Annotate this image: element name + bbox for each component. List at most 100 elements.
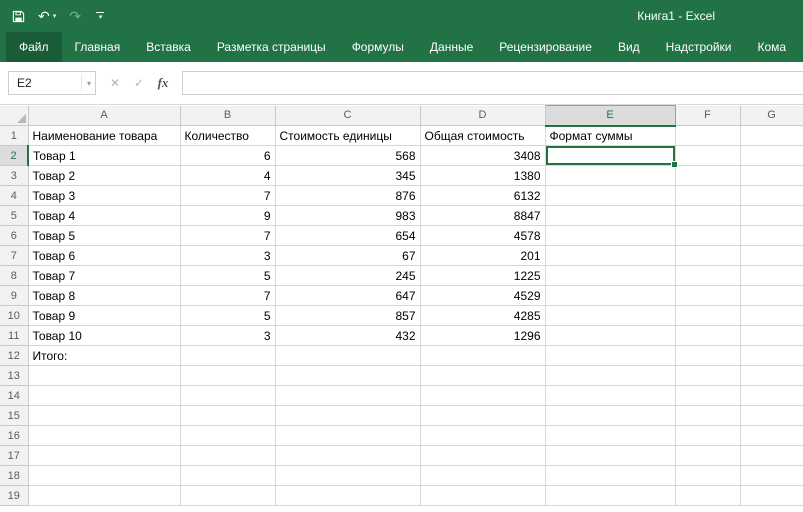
- row-header-2[interactable]: 2: [0, 146, 28, 166]
- cell-A7[interactable]: Товар 6: [28, 246, 180, 266]
- cell-C10[interactable]: 857: [275, 306, 420, 326]
- row-header-12[interactable]: 12: [0, 346, 28, 366]
- cell-D18[interactable]: [420, 466, 545, 486]
- name-box-dropdown-icon[interactable]: ▾: [81, 75, 91, 91]
- cell-A6[interactable]: Товар 5: [28, 226, 180, 246]
- cell-C15[interactable]: [275, 406, 420, 426]
- cell-D2[interactable]: 3408: [420, 146, 545, 166]
- cell-A16[interactable]: [28, 426, 180, 446]
- row-header-17[interactable]: 17: [0, 446, 28, 466]
- ribbon-tab-вид[interactable]: Вид: [605, 32, 653, 62]
- cell-C1[interactable]: Стоимость единицы: [275, 126, 420, 146]
- cancel-button[interactable]: ✕: [104, 76, 126, 90]
- row-header-3[interactable]: 3: [0, 166, 28, 186]
- cell-A19[interactable]: [28, 486, 180, 506]
- cell-E11[interactable]: [545, 326, 675, 346]
- cell-F17[interactable]: [675, 446, 740, 466]
- row-header-15[interactable]: 15: [0, 406, 28, 426]
- cell-G17[interactable]: [740, 446, 803, 466]
- row-header-4[interactable]: 4: [0, 186, 28, 206]
- col-header-C[interactable]: C: [275, 106, 420, 126]
- ribbon-tab-разметка-страницы[interactable]: Разметка страницы: [204, 32, 339, 62]
- cell-B15[interactable]: [180, 406, 275, 426]
- cell-F12[interactable]: [675, 346, 740, 366]
- select-all-corner[interactable]: [0, 106, 28, 126]
- row-header-5[interactable]: 5: [0, 206, 28, 226]
- cell-A12[interactable]: Итого:: [28, 346, 180, 366]
- cell-D11[interactable]: 1296: [420, 326, 545, 346]
- cell-A5[interactable]: Товар 4: [28, 206, 180, 226]
- cell-A13[interactable]: [28, 366, 180, 386]
- cell-C5[interactable]: 983: [275, 206, 420, 226]
- cell-F18[interactable]: [675, 466, 740, 486]
- row-header-19[interactable]: 19: [0, 486, 28, 506]
- cell-F8[interactable]: [675, 266, 740, 286]
- cell-D9[interactable]: 4529: [420, 286, 545, 306]
- cell-A14[interactable]: [28, 386, 180, 406]
- cell-A17[interactable]: [28, 446, 180, 466]
- cell-E1[interactable]: Формат суммы: [545, 126, 675, 146]
- cell-B3[interactable]: 4: [180, 166, 275, 186]
- col-header-F[interactable]: F: [675, 106, 740, 126]
- cell-E19[interactable]: [545, 486, 675, 506]
- cell-B1[interactable]: Количество: [180, 126, 275, 146]
- row-header-7[interactable]: 7: [0, 246, 28, 266]
- cell-G5[interactable]: [740, 206, 803, 226]
- name-box[interactable]: E2 ▾: [8, 71, 96, 95]
- cell-F2[interactable]: [675, 146, 740, 166]
- ribbon-tab-формулы[interactable]: Формулы: [339, 32, 417, 62]
- row-header-11[interactable]: 11: [0, 326, 28, 346]
- cell-C4[interactable]: 876: [275, 186, 420, 206]
- cell-E6[interactable]: [545, 226, 675, 246]
- cell-D17[interactable]: [420, 446, 545, 466]
- cell-C6[interactable]: 654: [275, 226, 420, 246]
- customize-quick-access-button[interactable]: ▾: [96, 12, 104, 20]
- row-header-6[interactable]: 6: [0, 226, 28, 246]
- cell-E17[interactable]: [545, 446, 675, 466]
- cell-F16[interactable]: [675, 426, 740, 446]
- cell-D1[interactable]: Общая стоимость: [420, 126, 545, 146]
- cell-D14[interactable]: [420, 386, 545, 406]
- row-header-14[interactable]: 14: [0, 386, 28, 406]
- ribbon-tab-вставка[interactable]: Вставка: [133, 32, 204, 62]
- cell-D16[interactable]: [420, 426, 545, 446]
- cell-C19[interactable]: [275, 486, 420, 506]
- cell-B2[interactable]: 6: [180, 146, 275, 166]
- ribbon-tab-файл[interactable]: Файл: [6, 32, 62, 62]
- cell-E9[interactable]: [545, 286, 675, 306]
- cell-G4[interactable]: [740, 186, 803, 206]
- col-header-B[interactable]: B: [180, 106, 275, 126]
- cell-B19[interactable]: [180, 486, 275, 506]
- cell-A11[interactable]: Товар 10: [28, 326, 180, 346]
- cell-G19[interactable]: [740, 486, 803, 506]
- cell-G18[interactable]: [740, 466, 803, 486]
- cell-F9[interactable]: [675, 286, 740, 306]
- cell-F13[interactable]: [675, 366, 740, 386]
- cell-F14[interactable]: [675, 386, 740, 406]
- row-header-8[interactable]: 8: [0, 266, 28, 286]
- cell-F7[interactable]: [675, 246, 740, 266]
- cell-C2[interactable]: 568: [275, 146, 420, 166]
- cell-C17[interactable]: [275, 446, 420, 466]
- row-header-18[interactable]: 18: [0, 466, 28, 486]
- cell-D12[interactable]: [420, 346, 545, 366]
- cell-B6[interactable]: 7: [180, 226, 275, 246]
- cell-D13[interactable]: [420, 366, 545, 386]
- cell-E4[interactable]: [545, 186, 675, 206]
- enter-button[interactable]: ✓: [128, 76, 150, 90]
- cell-B11[interactable]: 3: [180, 326, 275, 346]
- row-header-16[interactable]: 16: [0, 426, 28, 446]
- undo-button[interactable]: ↶ ▾: [38, 9, 56, 23]
- cell-E15[interactable]: [545, 406, 675, 426]
- row-header-9[interactable]: 9: [0, 286, 28, 306]
- cell-A9[interactable]: Товар 8: [28, 286, 180, 306]
- cell-D19[interactable]: [420, 486, 545, 506]
- cell-E5[interactable]: [545, 206, 675, 226]
- cell-G8[interactable]: [740, 266, 803, 286]
- cell-B4[interactable]: 7: [180, 186, 275, 206]
- row-header-1[interactable]: 1: [0, 126, 28, 146]
- ribbon-tab-данные[interactable]: Данные: [417, 32, 486, 62]
- cell-G1[interactable]: [740, 126, 803, 146]
- cell-F6[interactable]: [675, 226, 740, 246]
- cell-D8[interactable]: 1225: [420, 266, 545, 286]
